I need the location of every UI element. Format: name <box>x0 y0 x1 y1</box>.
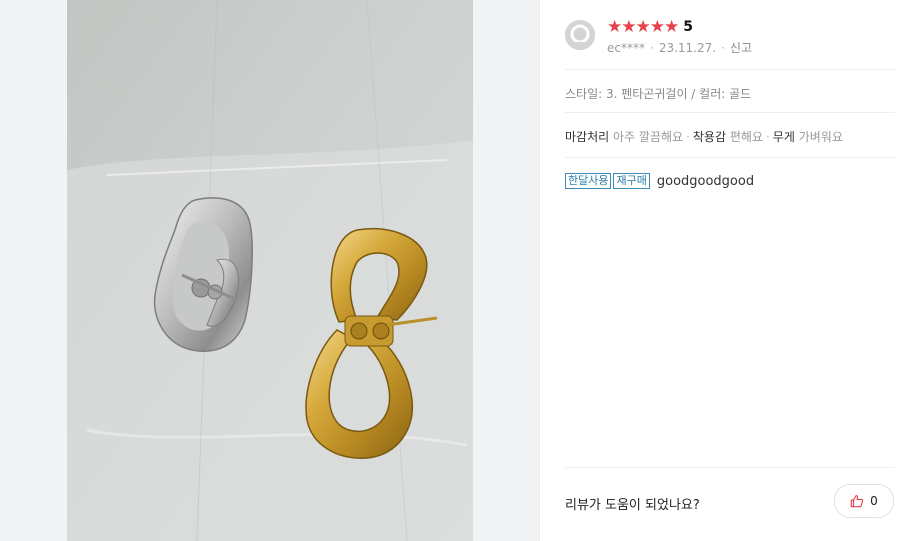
attribute-value: 편해요 <box>729 130 763 144</box>
star-icon: ★ <box>649 17 665 37</box>
attribute-key: 마감처리 <box>565 130 610 144</box>
avatar <box>565 20 595 50</box>
review-text: goodgoodgood <box>656 173 755 189</box>
reviewer-name: ec**** <box>607 41 645 55</box>
user-avatar-icon <box>565 20 595 50</box>
star-rating: ★ ★ ★ ★ ★ 5 <box>607 18 693 36</box>
review-body: 한달사용 재구매 goodgoodgood <box>565 173 754 189</box>
helpful-button[interactable]: 0 <box>834 484 894 518</box>
star-icon: ★ <box>607 17 622 37</box>
purchased-option: 스타일: 3. 펜타곤귀걸이 / 컬러: 골드 <box>565 87 752 101</box>
review-attributes: 마감처리 아주 깔끔해요 · 착용감 편해요 · 무게 가벼워요 <box>565 128 843 145</box>
thumbs-up-icon <box>850 495 864 508</box>
star-icon: ★ <box>621 17 636 37</box>
divider <box>565 157 895 158</box>
review-header: ★ ★ ★ ★ ★ 5 ec**** · 23.11.27. · 신고 <box>565 18 895 58</box>
rating-score: 5 <box>683 19 693 35</box>
divider <box>565 467 895 468</box>
review-date: 23.11.27. <box>658 41 717 55</box>
attribute-value: 아주 깔끔해요 <box>613 130 684 144</box>
tag-badge: 한달사용 <box>565 173 612 189</box>
report-link[interactable]: 신고 <box>730 41 752 55</box>
attribute-key: 무게 <box>772 130 795 144</box>
attribute-value: 가벼워요 <box>798 130 843 144</box>
star-icon: ★ <box>635 17 651 37</box>
attribute-separator: · <box>765 130 770 144</box>
helpful-question: 리뷰가 도움이 되었나요? <box>565 498 700 513</box>
divider <box>565 112 895 113</box>
attribute-separator: · <box>686 130 690 144</box>
meta-separator: · <box>721 41 725 55</box>
attribute-key: 착용감 <box>692 130 727 144</box>
review-panel: ★ ★ ★ ★ ★ 5 ec**** · 23.11.27. · 신고 스타일: 3. … <box>540 0 920 541</box>
review-photo[interactable] <box>67 0 473 541</box>
meta-separator: · <box>649 41 654 55</box>
helpful-count: 0 <box>870 494 878 508</box>
review-meta: ec**** · 23.11.27. · 신고 <box>607 39 752 56</box>
star-icon: ★ <box>664 17 679 37</box>
tag-badge: 재구매 <box>613 173 650 189</box>
divider <box>565 69 895 70</box>
earrings-photo <box>67 0 473 541</box>
